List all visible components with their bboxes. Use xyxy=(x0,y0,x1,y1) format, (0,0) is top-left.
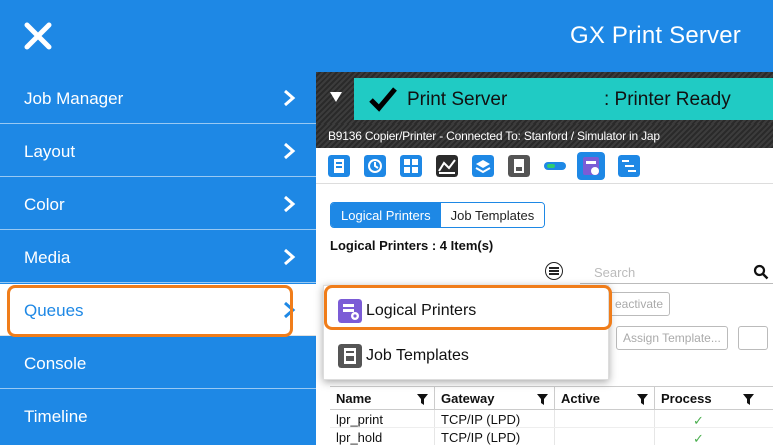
toggle-icon[interactable] xyxy=(544,155,566,177)
close-icon[interactable] xyxy=(22,20,54,52)
server-name: Print Server xyxy=(407,89,508,110)
cell-name: lpr_hold xyxy=(330,428,435,445)
dropdown-item-label: Logical Printers xyxy=(366,302,477,319)
cell-gateway: TCP/IP (LPD) xyxy=(435,428,555,445)
printer-status-box[interactable]: Print Server : Printer Ready xyxy=(354,78,773,120)
column-header-process[interactable]: Process xyxy=(655,387,760,409)
logical-printers-table: Name Gateway Active Process lpr_print TC… xyxy=(330,386,773,445)
dropdown-item-job-templates[interactable]: Job Templates xyxy=(324,334,610,378)
history-icon[interactable] xyxy=(364,155,386,177)
table-header: Name Gateway Active Process xyxy=(330,386,773,410)
add-queue-dropdown: Logical Printers Job Templates xyxy=(323,285,609,380)
sidebar-item-color[interactable]: Color xyxy=(0,178,316,230)
items-count: Logical Printers : 4 Item(s) xyxy=(330,238,494,253)
process-check-icon: ✓ xyxy=(693,431,704,445)
chevron-right-icon xyxy=(284,301,296,319)
printer-status: : Printer Ready xyxy=(604,89,731,110)
sidebar-item-label: Media xyxy=(24,248,71,267)
table-row[interactable]: lpr_hold TCP/IP (LPD) ✓ xyxy=(330,428,773,445)
sidebar-item-label: Timeline xyxy=(24,407,88,426)
chevron-right-icon xyxy=(284,142,296,160)
main-content: Print Server : Printer Ready B9136 Copie… xyxy=(316,72,773,445)
search-input[interactable] xyxy=(580,262,773,284)
process-check-icon: ✓ xyxy=(693,413,704,428)
sidebar: Job Manager Layout Color Media Queues Co… xyxy=(0,72,316,445)
layers-icon[interactable] xyxy=(472,155,494,177)
sidebar-item-job-manager[interactable]: Job Manager xyxy=(0,72,316,124)
cell-active xyxy=(555,428,655,445)
device-info-strip: B9136 Copier/Printer - Connected To: Sta… xyxy=(316,124,773,148)
filter-icon[interactable] xyxy=(417,394,428,405)
cell-process: ✓ xyxy=(655,410,760,428)
queue-tabs: Logical Printers Job Templates xyxy=(330,202,546,228)
dropdown-item-logical-printers[interactable]: Logical Printers xyxy=(324,289,610,333)
queue-icon[interactable] xyxy=(328,155,350,177)
sidebar-item-label: Queues xyxy=(24,301,84,320)
chevron-right-icon xyxy=(284,89,296,107)
list-icon[interactable] xyxy=(618,155,640,177)
collapse-triangle-icon[interactable] xyxy=(330,92,342,102)
document-icon[interactable] xyxy=(508,155,530,177)
sidebar-item-timeline[interactable]: Timeline xyxy=(0,390,316,442)
title-bar: GX Print Server xyxy=(0,0,773,72)
logical-printer-icon[interactable] xyxy=(577,152,605,180)
dropdown-item-label: Job Templates xyxy=(366,347,469,364)
column-header-active[interactable]: Active xyxy=(555,387,655,409)
tab-logical-printers[interactable]: Logical Printers xyxy=(331,203,441,227)
sidebar-item-label: Console xyxy=(24,354,87,373)
check-icon xyxy=(369,87,397,112)
grid-icon[interactable] xyxy=(400,155,422,177)
column-header-name[interactable]: Name xyxy=(330,387,435,409)
job-template-icon xyxy=(338,344,362,368)
logical-printer-icon xyxy=(338,299,362,323)
filter-icon[interactable] xyxy=(637,394,648,405)
chevron-right-icon xyxy=(284,248,296,266)
status-strip: Print Server : Printer Ready xyxy=(316,72,773,124)
sidebar-item-label: Color xyxy=(24,195,65,214)
deactivate-button[interactable]: eactivate xyxy=(608,292,671,316)
cell-process: ✓ xyxy=(655,428,760,445)
sidebar-item-queues[interactable]: Queues xyxy=(0,284,316,336)
sidebar-item-console[interactable]: Console xyxy=(0,337,316,389)
chevron-right-icon xyxy=(284,195,296,213)
extra-button[interactable] xyxy=(738,326,768,350)
filter-icon[interactable] xyxy=(743,394,754,405)
table-row[interactable]: lpr_print TCP/IP (LPD) ✓ xyxy=(330,410,773,428)
device-info: B9136 Copier/Printer - Connected To: Sta… xyxy=(328,129,660,143)
chart-icon[interactable] xyxy=(436,155,458,177)
sidebar-item-layout[interactable]: Layout xyxy=(0,125,316,177)
cell-gateway: TCP/IP (LPD) xyxy=(435,410,555,427)
tab-job-templates[interactable]: Job Templates xyxy=(440,203,545,227)
function-toolbar xyxy=(316,148,773,184)
sidebar-item-label: Layout xyxy=(24,142,76,161)
cell-name: lpr_print xyxy=(330,410,435,427)
sidebar-item-label: Job Manager xyxy=(24,89,124,108)
assign-template-button[interactable]: Assign Template... xyxy=(616,326,728,350)
filter-icon[interactable] xyxy=(537,394,548,405)
search-icon[interactable] xyxy=(753,264,769,280)
cell-active xyxy=(555,410,655,427)
column-menu-icon[interactable] xyxy=(545,262,563,280)
sidebar-item-media[interactable]: Media xyxy=(0,231,316,283)
column-header-gateway[interactable]: Gateway xyxy=(435,387,555,409)
app-title: GX Print Server xyxy=(569,22,741,49)
